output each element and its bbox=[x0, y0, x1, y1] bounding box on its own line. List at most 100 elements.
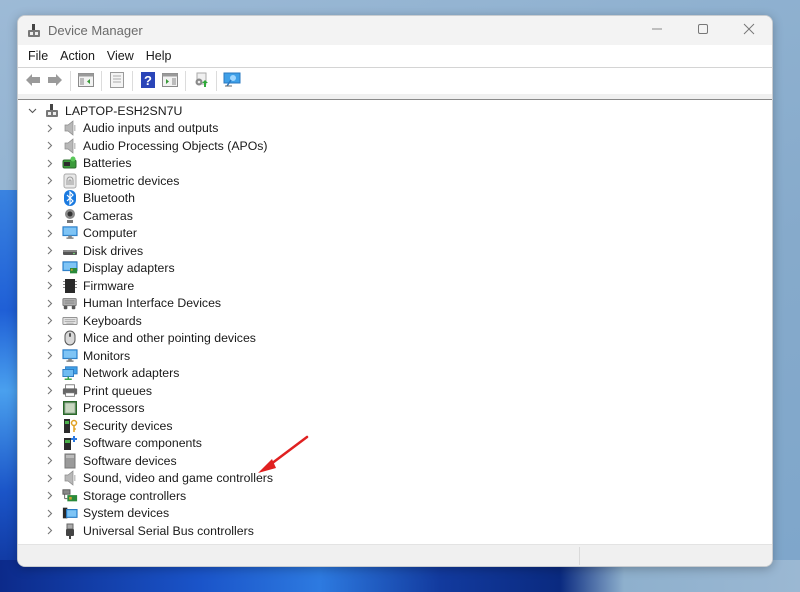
tree-category-computer[interactable]: Computer bbox=[18, 225, 772, 243]
toolbar-separator bbox=[70, 71, 71, 91]
tree-category-mice-and-other-pointing-devices[interactable]: Mice and other pointing devices bbox=[18, 330, 772, 348]
tree-category-disk-drives[interactable]: Disk drives bbox=[18, 242, 772, 260]
tree-category-universal-serial-bus-controllers[interactable]: Universal Serial Bus controllers bbox=[18, 522, 772, 540]
tree-category-biometric-devices[interactable]: Biometric devices bbox=[18, 172, 772, 190]
tree-category-software-components[interactable]: Software components bbox=[18, 435, 772, 453]
tree-category-label: Processors bbox=[83, 401, 145, 416]
tree-root-node[interactable]: LAPTOP-ESH2SN7U bbox=[18, 102, 772, 120]
tree-category-network-adapters[interactable]: Network adapters bbox=[18, 365, 772, 383]
tree-category-security-devices[interactable]: Security devices bbox=[18, 417, 772, 435]
monitor-icon bbox=[62, 225, 78, 241]
chevron-right-icon[interactable] bbox=[42, 295, 58, 311]
chevron-right-icon[interactable] bbox=[42, 348, 58, 364]
chevron-right-icon[interactable] bbox=[42, 313, 58, 329]
tree-category-monitors[interactable]: Monitors bbox=[18, 347, 772, 365]
forward-arrow-icon bbox=[47, 73, 63, 90]
back-button[interactable] bbox=[23, 71, 43, 91]
chevron-right-icon[interactable] bbox=[42, 190, 58, 206]
tree-category-label: Computer bbox=[83, 226, 137, 241]
scan-hardware-changes-icon bbox=[223, 72, 241, 91]
menu-help[interactable]: Help bbox=[140, 45, 178, 67]
forward-button[interactable] bbox=[45, 71, 65, 91]
tree-category-audio-processing-objects-apos[interactable]: Audio Processing Objects (APOs) bbox=[18, 137, 772, 155]
monitor-icon bbox=[62, 348, 78, 364]
chevron-right-icon[interactable] bbox=[42, 400, 58, 416]
tree-category-label: Keyboards bbox=[83, 313, 142, 328]
chevron-right-icon[interactable] bbox=[42, 383, 58, 399]
tree-category-label: System devices bbox=[83, 506, 170, 521]
chevron-right-icon[interactable] bbox=[42, 435, 58, 451]
tree-category-sound-video-and-game-controllers[interactable]: Sound, video and game controllers bbox=[18, 470, 772, 488]
chevron-right-icon[interactable] bbox=[42, 138, 58, 154]
category-list: Audio inputs and outputs Audio Processin… bbox=[18, 120, 772, 540]
chevron-right-icon[interactable] bbox=[42, 260, 58, 276]
keyboard-icon bbox=[62, 313, 78, 329]
chevron-right-icon[interactable] bbox=[42, 523, 58, 539]
chevron-right-icon[interactable] bbox=[42, 470, 58, 486]
chevron-right-icon[interactable] bbox=[42, 243, 58, 259]
update-driver-button[interactable] bbox=[191, 71, 211, 91]
minimize-button[interactable] bbox=[634, 16, 680, 45]
tree-category-cameras[interactable]: Cameras bbox=[18, 207, 772, 225]
status-bar bbox=[18, 544, 772, 566]
tree-category-label: Audio inputs and outputs bbox=[83, 121, 219, 136]
bluetooth-icon bbox=[62, 190, 78, 207]
chevron-right-icon[interactable] bbox=[42, 120, 58, 136]
maximize-button[interactable] bbox=[680, 16, 726, 45]
device-manager-icon bbox=[26, 23, 42, 39]
chevron-right-icon[interactable] bbox=[42, 208, 58, 224]
toolbar-separator bbox=[132, 71, 133, 91]
close-button[interactable] bbox=[726, 16, 772, 45]
chevron-down-icon[interactable] bbox=[24, 103, 40, 119]
battery-icon bbox=[62, 155, 78, 171]
tree-category-label: Cameras bbox=[83, 208, 133, 223]
tree-category-keyboards[interactable]: Keyboards bbox=[18, 312, 772, 330]
software-device-icon bbox=[62, 453, 78, 469]
show-action-pane-button[interactable] bbox=[160, 71, 180, 91]
tree-category-label: Bluetooth bbox=[83, 191, 135, 206]
fingerprint-icon bbox=[62, 173, 78, 189]
tree-category-system-devices[interactable]: System devices bbox=[18, 505, 772, 523]
chevron-right-icon[interactable] bbox=[42, 488, 58, 504]
toolbar-separator bbox=[185, 71, 186, 91]
toolbar-separator bbox=[101, 71, 102, 91]
menu-action[interactable]: Action bbox=[54, 45, 101, 67]
tree-category-label: Sound, video and game controllers bbox=[83, 471, 274, 486]
tree-category-label: Display adapters bbox=[83, 261, 175, 276]
tree-category-storage-controllers[interactable]: Storage controllers bbox=[18, 487, 772, 505]
minimize-icon bbox=[651, 23, 663, 38]
usb-icon bbox=[62, 523, 78, 539]
show-hide-console-tree-button[interactable] bbox=[76, 71, 96, 91]
storage-controller-icon bbox=[62, 488, 78, 504]
security-device-icon bbox=[62, 418, 78, 434]
chevron-right-icon[interactable] bbox=[42, 365, 58, 381]
maximize-icon bbox=[697, 23, 709, 38]
menu-view[interactable]: View bbox=[101, 45, 140, 67]
help-button[interactable]: ? bbox=[138, 71, 158, 91]
tree-category-print-queues[interactable]: Print queues bbox=[18, 382, 772, 400]
tree-category-human-interface-devices[interactable]: Human Interface Devices bbox=[18, 295, 772, 313]
tree-category-software-devices[interactable]: Software devices bbox=[18, 452, 772, 470]
tree-category-bluetooth[interactable]: Bluetooth bbox=[18, 190, 772, 208]
title-bar[interactable]: Device Manager bbox=[18, 16, 772, 45]
properties-button[interactable] bbox=[107, 71, 127, 91]
tree-category-label: Disk drives bbox=[83, 243, 144, 258]
tree-category-firmware[interactable]: Firmware bbox=[18, 277, 772, 295]
chevron-right-icon[interactable] bbox=[42, 155, 58, 171]
chevron-right-icon[interactable] bbox=[42, 505, 58, 521]
chevron-right-icon[interactable] bbox=[42, 453, 58, 469]
chevron-right-icon[interactable] bbox=[42, 330, 58, 346]
tree-category-display-adapters[interactable]: Display adapters bbox=[18, 260, 772, 278]
computer-root-icon bbox=[44, 103, 60, 119]
tree-category-label: Universal Serial Bus controllers bbox=[83, 523, 254, 538]
tree-category-label: Firmware bbox=[83, 278, 135, 293]
scan-hardware-changes-button[interactable] bbox=[222, 71, 242, 91]
tree-category-batteries[interactable]: Batteries bbox=[18, 155, 772, 173]
chevron-right-icon[interactable] bbox=[42, 173, 58, 189]
chevron-right-icon[interactable] bbox=[42, 278, 58, 294]
chevron-right-icon[interactable] bbox=[42, 418, 58, 434]
menu-file[interactable]: File bbox=[22, 45, 54, 67]
chevron-right-icon[interactable] bbox=[42, 225, 58, 241]
tree-category-audio-inputs-and-outputs[interactable]: Audio inputs and outputs bbox=[18, 120, 772, 138]
tree-category-processors[interactable]: Processors bbox=[18, 400, 772, 418]
